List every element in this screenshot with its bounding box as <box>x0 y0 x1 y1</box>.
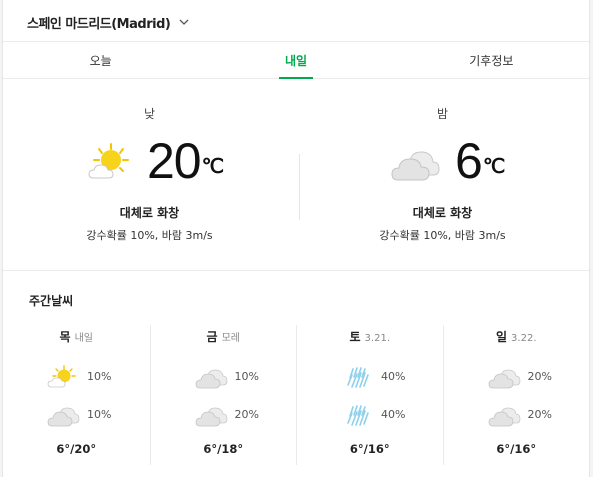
am-precip: 10% <box>234 370 259 383</box>
weekly-title: 주간날씨 <box>29 294 74 308</box>
day-header: 목 내일 <box>3 328 150 345</box>
am-precip: 10% <box>87 370 112 383</box>
weekly-day: 금 모레 10% 20% 6°/18° <box>149 325 297 465</box>
am-row: 40% <box>297 365 443 389</box>
rain-icon <box>340 403 374 427</box>
weekly-day: 토 3.21. 40% 40% 6°/16° <box>296 325 443 465</box>
day-name: 일 <box>496 330 508 344</box>
day-date: 3.21. <box>364 333 390 344</box>
nighttime-panel: 밤 6℃ 대체로 화창 강수확률 10%, 바람 3m/s <box>296 79 589 271</box>
pm-precip: 20% <box>527 408 552 421</box>
temp-range: 6°/16° <box>349 442 390 456</box>
night-temperature: 6℃ <box>455 133 505 189</box>
day-header: 토 3.21. <box>297 328 443 345</box>
day-detail: 강수확률 10%, 바람 3m/s <box>86 229 213 242</box>
pm-row: 40% <box>297 403 443 427</box>
pm-precip: 40% <box>381 408 406 421</box>
tab-bar: 오늘 내일 기후정보 <box>3 41 589 79</box>
tab-climate[interactable]: 기후정보 <box>394 42 589 78</box>
pm-row: 20% <box>151 403 297 427</box>
weather-card: 스페인 마드리드(Madrid) 오늘 내일 기후정보 낮 20℃ 대체로 화창… <box>2 0 590 477</box>
partly-cloudy-sun-icon <box>46 365 80 389</box>
location-selector[interactable]: 스페인 마드리드(Madrid) <box>27 12 190 32</box>
period-label: 밤 <box>436 107 449 121</box>
cloud-icon <box>194 365 228 389</box>
temp-range: 6°/20° <box>56 442 97 456</box>
chevron-down-icon <box>179 19 189 25</box>
tab-tomorrow[interactable]: 내일 <box>198 42 393 79</box>
day-name: 목 <box>59 330 71 344</box>
pm-row: 20% <box>444 403 590 427</box>
day-header: 일 3.22. <box>444 328 590 345</box>
pm-precip: 10% <box>87 408 112 421</box>
day-date: 내일 <box>74 333 93 344</box>
pm-row: 10% <box>3 403 150 427</box>
weekly-forecast: 목 내일 10% 10% 6°/20° 금 모레 10% 20% 6°/18° 토 3.21.… <box>3 325 589 465</box>
cloud-icon <box>487 365 521 389</box>
location-label: 스페인 마드리드(Madrid) <box>27 16 171 32</box>
day-name: 토 <box>349 330 361 344</box>
day-name: 금 <box>206 330 218 344</box>
daytime-panel: 낮 20℃ 대체로 화창 강수확률 10%, 바람 3m/s <box>3 79 296 271</box>
period-label: 낮 <box>143 107 156 121</box>
cloud-icon <box>391 151 440 181</box>
weekly-day: 일 3.22. 20% 20% 6°/16° <box>442 325 590 465</box>
day-date: 3.22. <box>511 333 537 344</box>
cloud-icon <box>194 403 228 427</box>
am-row: 10% <box>151 365 297 389</box>
temp-range: 6°/18° <box>203 442 244 456</box>
day-condition: 대체로 화창 <box>119 206 180 220</box>
night-condition: 대체로 화창 <box>412 206 473 220</box>
partly-cloudy-sun-icon <box>88 143 129 179</box>
weekly-day: 목 내일 10% 10% 6°/20° <box>3 325 150 465</box>
pm-precip: 20% <box>234 408 259 421</box>
day-date: 모레 <box>221 333 240 344</box>
night-detail: 강수확률 10%, 바람 3m/s <box>379 229 506 242</box>
temp-range: 6°/16° <box>496 442 537 456</box>
am-precip: 20% <box>527 370 552 383</box>
am-row: 10% <box>3 365 150 389</box>
cloud-icon <box>46 403 80 427</box>
rain-icon <box>340 365 374 389</box>
day-header: 금 모레 <box>151 328 297 345</box>
tomorrow-summary: 낮 20℃ 대체로 화창 강수확률 10%, 바람 3m/s 밤 6℃ 대체로 … <box>3 79 589 271</box>
am-precip: 40% <box>381 370 406 383</box>
tab-today[interactable]: 오늘 <box>3 42 198 78</box>
am-row: 20% <box>444 365 590 389</box>
cloud-icon <box>487 403 521 427</box>
day-temperature: 20℃ <box>147 133 224 189</box>
